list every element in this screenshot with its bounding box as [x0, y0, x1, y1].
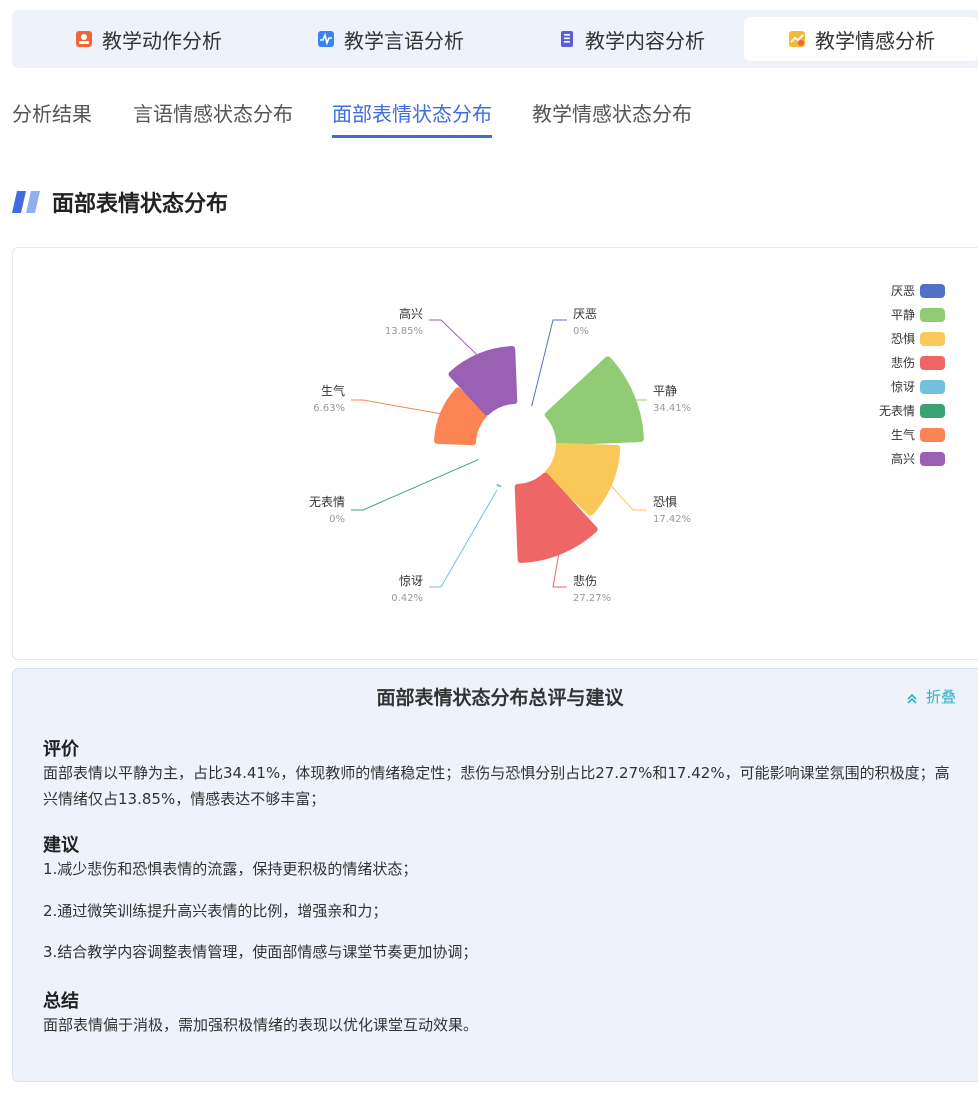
- subtab-label: 分析结果: [12, 102, 92, 126]
- fold-label: 折叠: [926, 688, 957, 706]
- slice-percent-label: 0%: [329, 514, 345, 525]
- advice-item: 2.通过微笑训练提升高兴表情的比例，增强亲和力；: [43, 902, 388, 920]
- tab-teaching-emotion[interactable]: 教学情感分析: [744, 17, 978, 61]
- slice-name-label: 恐惧: [653, 494, 677, 509]
- leader-line: [351, 399, 445, 416]
- tab-teaching-content[interactable]: 教学内容分析: [531, 17, 731, 61]
- section-header: 面部表情状态分布: [12, 187, 228, 217]
- legend-label: 恐惧: [891, 331, 915, 346]
- legend-label: 惊讶: [891, 379, 915, 394]
- legend-label: 无表情: [879, 404, 915, 418]
- subtab-label: 教学情感状态分布: [532, 102, 692, 126]
- legend-label: 生气: [891, 427, 915, 442]
- advice-heading: 建议: [43, 835, 79, 856]
- leader-line: [531, 319, 567, 407]
- legend-swatch[interactable]: [920, 332, 945, 346]
- legend-swatch[interactable]: [920, 452, 945, 466]
- slice-name-label: 无表情: [309, 495, 345, 509]
- subtab-speech-emotion[interactable]: 言语情感状态分布: [133, 100, 293, 140]
- subtab-label: 言语情感状态分布: [133, 102, 293, 126]
- rose-slice-平静[interactable]: [544, 356, 644, 446]
- advice-item: 3.结合教学内容调整表情管理，使面部情感与课堂节奏更加协调；: [43, 943, 478, 961]
- subtab-teaching-emotion[interactable]: 教学情感状态分布: [532, 100, 692, 140]
- leader-line: [429, 489, 498, 588]
- leader-line: [429, 319, 481, 359]
- slice-name-label: 生气: [321, 383, 345, 398]
- summary-title: 面部表情状态分布总评与建议: [376, 687, 624, 709]
- section-bars-icon: [12, 191, 40, 213]
- evaluation-text: 面部表情以平静为主，占比34.41%，体现教师的情绪稳定性；悲伤与恐惧分别占比2…: [43, 764, 950, 808]
- legend-label: 高兴: [891, 451, 915, 466]
- fold-button[interactable]: 折叠: [906, 686, 956, 707]
- slice-percent-label: 34.41%: [653, 403, 691, 414]
- chevron-double-up-icon: [906, 691, 918, 704]
- legend-swatch[interactable]: [920, 284, 945, 298]
- evaluation-heading: 评价: [43, 739, 79, 760]
- subtab-facial-expression[interactable]: 面部表情状态分布: [332, 100, 492, 140]
- conclusion-heading: 总结: [43, 991, 79, 1012]
- tab-label: 教学情感分析: [815, 28, 935, 53]
- slice-percent-label: 17.42%: [653, 514, 691, 525]
- slice-percent-label: 6.63%: [313, 403, 345, 414]
- slice-percent-label: 13.85%: [385, 326, 423, 337]
- legend-swatch[interactable]: [920, 404, 945, 418]
- leader-line: [607, 481, 647, 511]
- tab-teaching-action[interactable]: 教学动作分析: [48, 17, 248, 61]
- legend-label: 厌恶: [891, 284, 915, 298]
- legend-swatch[interactable]: [920, 308, 945, 322]
- tab-teaching-speech[interactable]: 教学言语分析: [290, 17, 490, 61]
- active-tab-underline: [332, 135, 492, 138]
- advice-item: 1.减少悲伤和恐惧表情的流露，保持更积极的情绪状态；: [43, 860, 418, 878]
- slice-name-label: 惊讶: [399, 573, 423, 588]
- legend-swatch[interactable]: [920, 356, 945, 370]
- subtab-label: 面部表情状态分布: [332, 102, 492, 126]
- slice-percent-label: 0%: [573, 326, 589, 337]
- rose-chart-svg: 厌恶 0% 平静 34.41% 恐惧 17.42% 悲伤 27.27% 惊讶 0.42% 无表情 0%…: [309, 284, 945, 604]
- slice-percent-label: 0.42%: [391, 593, 423, 604]
- tab-label: 教学言语分析: [344, 28, 464, 53]
- summary-panel: 面部表情状态分布总评与建议 折叠 评价 面部表情以平静为主，占比34.41%，体…: [12, 668, 978, 1082]
- tab-label: 教学内容分析: [585, 28, 705, 53]
- slice-percent-label: 27.27%: [573, 593, 611, 604]
- section-title: 面部表情状态分布: [52, 192, 229, 217]
- slice-name-label: 悲伤: [573, 573, 597, 588]
- slice-name-label: 高兴: [399, 306, 423, 321]
- emotion-chart-icon: [787, 29, 807, 49]
- legend-swatch[interactable]: [920, 428, 945, 442]
- module-tab-bar: 教学动作分析 教学言语分析 教学内容分析 教学情感分析: [12, 10, 978, 68]
- leader-line: [351, 459, 479, 511]
- legend-label: 平静: [891, 308, 915, 322]
- teacher-icon: [74, 29, 94, 49]
- slice-name-label: 平静: [653, 384, 677, 398]
- conclusion-text: 面部表情偏于消极，需加强积极情绪的表现以优化课堂互动效果。: [43, 1016, 479, 1034]
- legend-swatch[interactable]: [920, 380, 945, 394]
- rose-slice-惊讶[interactable]: [496, 483, 502, 488]
- subtab-analysis-result[interactable]: 分析结果: [12, 100, 92, 140]
- legend-label: 悲伤: [891, 355, 915, 370]
- speech-wave-icon: [316, 29, 336, 49]
- facial-expression-chart: 厌恶 0% 平静 34.41% 恐惧 17.42% 悲伤 27.27% 惊讶 0.42% 无表情 0%…: [12, 247, 978, 660]
- document-icon: [557, 29, 577, 49]
- tab-label: 教学动作分析: [102, 28, 222, 53]
- slice-name-label: 厌恶: [573, 307, 597, 321]
